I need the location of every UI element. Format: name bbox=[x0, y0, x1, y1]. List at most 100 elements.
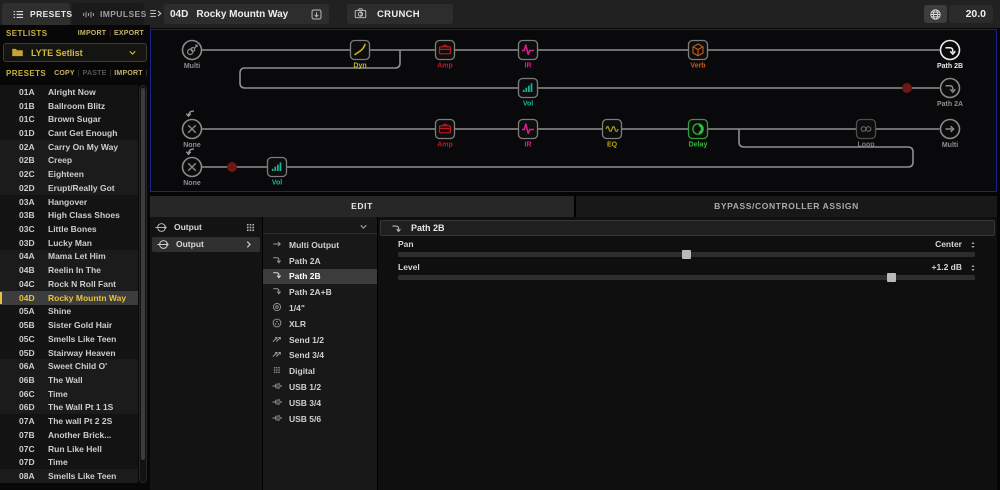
block-vol[interactable]: Vol bbox=[519, 79, 538, 108]
node-path-2b[interactable]: Path 2B bbox=[937, 41, 963, 71]
presets-header: PRESETS COPY|PASTE|IMPORT|EXPORT bbox=[0, 66, 150, 81]
split-dot[interactable] bbox=[902, 83, 912, 93]
node-multi[interactable]: Multi bbox=[183, 41, 202, 71]
preset-name: Rocky Mountn Way bbox=[196, 9, 310, 20]
preset-row-07D[interactable]: 07D Time bbox=[0, 455, 138, 469]
preset-row-05C[interactable]: 05C Smells Like Teen bbox=[0, 332, 138, 346]
tab-edit[interactable]: EDIT bbox=[150, 196, 574, 217]
param-slider-track[interactable] bbox=[398, 275, 975, 280]
block-delay[interactable]: Delay bbox=[689, 120, 708, 149]
preset-menu-icon[interactable] bbox=[149, 7, 162, 20]
action-import[interactable]: IMPORT bbox=[114, 70, 142, 77]
preset-row-06C[interactable]: 06C Time bbox=[0, 387, 138, 401]
preset-row-07A[interactable]: 07A The wall Pt 2 2S bbox=[0, 414, 138, 428]
preset-row-05A[interactable]: 05A Shine bbox=[0, 305, 138, 319]
preset-row-01A[interactable]: 01A Alright Now bbox=[0, 85, 138, 99]
setlist-selector[interactable]: LYTE Setlist bbox=[3, 43, 147, 62]
block-amp[interactable]: Amp bbox=[436, 41, 455, 70]
svg-text:Vol: Vol bbox=[523, 101, 533, 108]
tempo-value[interactable]: 20.0 bbox=[949, 5, 993, 23]
preset-row-04B[interactable]: 04B Reelin In The bbox=[0, 263, 138, 277]
tab-presets[interactable]: PRESETS bbox=[2, 3, 70, 25]
action-paste[interactable]: PASTE bbox=[83, 70, 107, 77]
preset-row-04C[interactable]: 04C Rock N Roll Fant bbox=[0, 277, 138, 291]
model-filter-dropdown[interactable] bbox=[263, 220, 377, 234]
preset-row-02A[interactable]: 02A Carry On My Way bbox=[0, 140, 138, 154]
block-loop[interactable]: Loop bbox=[857, 120, 876, 149]
preset-row-03C[interactable]: 03C Little Bones bbox=[0, 222, 138, 236]
param-slider-track[interactable] bbox=[398, 252, 975, 257]
preset-row-07B[interactable]: 07B Another Brick... bbox=[0, 428, 138, 442]
preset-id: 07A bbox=[19, 416, 35, 426]
model-item-digital[interactable]: Digital bbox=[263, 363, 377, 379]
action-export[interactable]: EXPORT bbox=[114, 30, 144, 37]
preset-row-08A[interactable]: 08A Smells Like Teen bbox=[0, 469, 138, 483]
svg-text:IR: IR bbox=[525, 63, 532, 70]
block-verb[interactable]: Verb bbox=[689, 41, 708, 70]
block-ir[interactable]: IR bbox=[519, 120, 538, 149]
block-eq[interactable]: EQ bbox=[603, 120, 622, 149]
model-item-path-2a-b[interactable]: Path 2A+B bbox=[263, 284, 377, 300]
snapshot-selector[interactable]: 1 CRUNCH bbox=[347, 4, 453, 24]
preset-row-06A[interactable]: 06A Sweet Child O' bbox=[0, 359, 138, 373]
model-item-send-3-4[interactable]: Send 3/4 bbox=[263, 348, 377, 364]
preset-row-06D[interactable]: 06D The Wall Pt 1 1S bbox=[0, 401, 138, 415]
preset-row-07C[interactable]: 07C Run Like Hell bbox=[0, 442, 138, 456]
action-separator: | bbox=[109, 30, 111, 37]
preset-row-01D[interactable]: 01D Cant Get Enough bbox=[0, 126, 138, 140]
node-path-2a[interactable]: Path 2A bbox=[937, 79, 963, 109]
preset-row-05D[interactable]: 05D Stairway Heaven bbox=[0, 346, 138, 360]
action-separator: | bbox=[146, 70, 148, 77]
svg-text:Dyn: Dyn bbox=[353, 63, 366, 70]
param-value[interactable]: Center bbox=[935, 239, 962, 249]
param-slider-handle[interactable] bbox=[887, 273, 896, 282]
preset-row-03A[interactable]: 03A Hangover bbox=[0, 195, 138, 209]
preset-row-01C[interactable]: 01C Brown Sugar bbox=[0, 112, 138, 126]
svg-text:None: None bbox=[183, 142, 201, 149]
scrollbar-thumb[interactable] bbox=[141, 88, 145, 460]
model-item-usb-3-4[interactable]: USB 3/4 bbox=[263, 395, 377, 411]
preset-list-scrollbar[interactable] bbox=[139, 85, 147, 483]
tab-impulses[interactable]: IMPULSES bbox=[72, 3, 144, 25]
preset-row-03B[interactable]: 03B High Class Shoes bbox=[0, 208, 138, 222]
svg-text:Amp: Amp bbox=[437, 63, 453, 70]
action-import[interactable]: IMPORT bbox=[78, 30, 106, 37]
chevron-down-icon bbox=[126, 46, 139, 59]
preset-row-02D[interactable]: 02D Erupt/Really Got bbox=[0, 181, 138, 195]
preset-row-01B[interactable]: 01B Ballroom Blitz bbox=[0, 99, 138, 113]
preset-title: Run Like Hell bbox=[48, 444, 102, 454]
node-multi[interactable]: Multi bbox=[941, 120, 960, 150]
model-item-1-4-[interactable]: 1/4" bbox=[263, 300, 377, 316]
preset-title: The wall Pt 2 2S bbox=[48, 416, 112, 426]
preset-row-04D[interactable]: 04D Rocky Mountn Way bbox=[0, 291, 138, 305]
save-icon[interactable] bbox=[310, 8, 323, 21]
preset-row-04A[interactable]: 04A Mama Let Him bbox=[0, 250, 138, 264]
block-amp[interactable]: Amp bbox=[436, 120, 455, 149]
tempo-globe-button[interactable] bbox=[924, 5, 947, 23]
preset-title: Time bbox=[48, 457, 68, 467]
action-copy[interactable]: COPY bbox=[54, 70, 75, 77]
block-dyn[interactable]: Dyn bbox=[351, 41, 370, 70]
tab-bypass-controller-assign[interactable]: BYPASS/CONTROLLER ASSIGN bbox=[576, 196, 997, 217]
model-item-xlr[interactable]: XLR bbox=[263, 316, 377, 332]
preset-row-05B[interactable]: 05B Sister Gold Hair bbox=[0, 318, 138, 332]
preset-row-03D[interactable]: 03D Lucky Man bbox=[0, 236, 138, 250]
preset-id: 06D bbox=[19, 402, 35, 412]
param-slider-handle[interactable] bbox=[682, 250, 691, 259]
model-item-send-1-2[interactable]: Send 1/2 bbox=[263, 332, 377, 348]
split-dot[interactable] bbox=[227, 162, 237, 172]
preset-title: Mama Let Him bbox=[48, 251, 106, 261]
grid-view-icon[interactable] bbox=[244, 221, 257, 234]
action-separator: | bbox=[78, 70, 80, 77]
block-ir[interactable]: IR bbox=[519, 41, 538, 70]
node-none[interactable]: None bbox=[183, 149, 202, 187]
model-item-usb-5-6[interactable]: USB 5/6 bbox=[263, 411, 377, 427]
block-vol[interactable]: Vol bbox=[268, 158, 287, 187]
param-value[interactable]: +1.2 dB bbox=[932, 262, 962, 272]
model-item-usb-1-2[interactable]: USB 1/2 bbox=[263, 379, 377, 395]
preset-row-02B[interactable]: 02B Creep bbox=[0, 154, 138, 168]
node-none[interactable]: None bbox=[183, 111, 202, 149]
preset-display[interactable]: 04D Rocky Mountn Way bbox=[164, 4, 329, 24]
preset-row-02C[interactable]: 02C Eighteen bbox=[0, 167, 138, 181]
preset-row-06B[interactable]: 06B The Wall bbox=[0, 373, 138, 387]
